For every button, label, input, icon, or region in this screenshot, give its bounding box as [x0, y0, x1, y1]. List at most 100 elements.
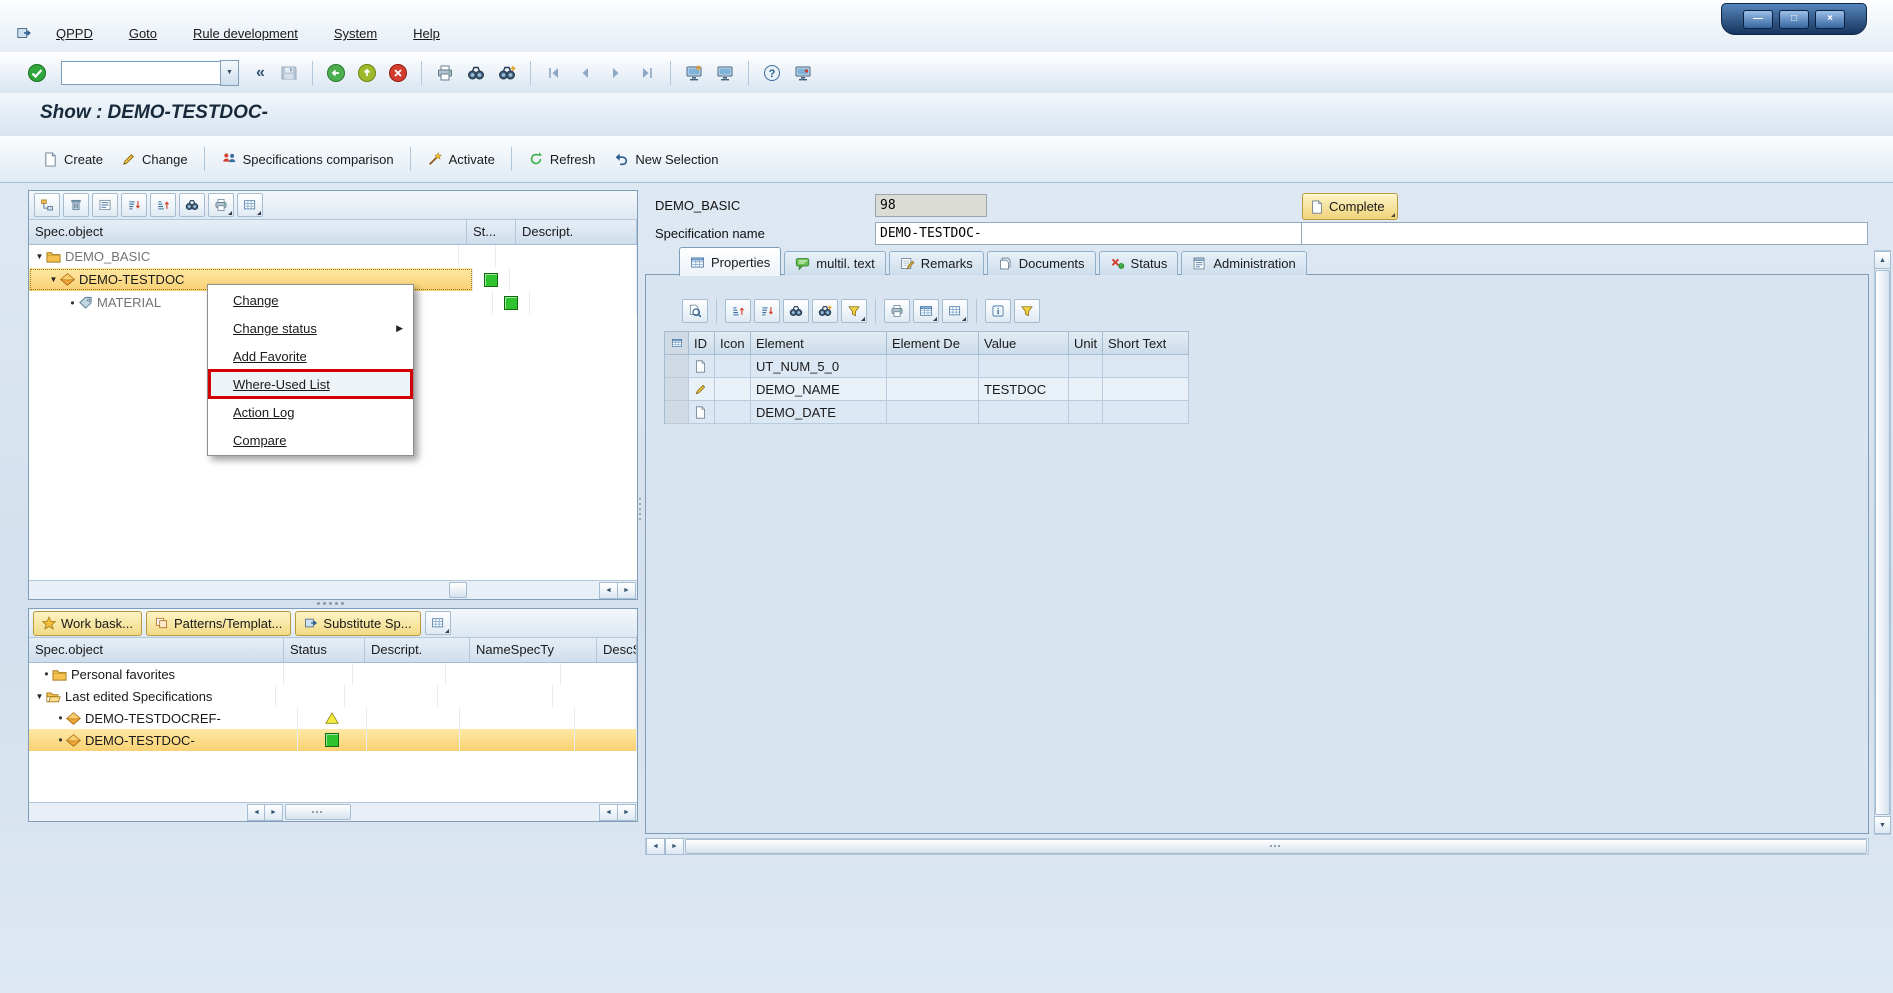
- value-cell[interactable]: TESTDOC: [979, 378, 1069, 401]
- expander-icon[interactable]: ▼: [47, 275, 60, 284]
- delete-button[interactable]: [63, 193, 89, 217]
- menu-rule-development[interactable]: Rule development: [193, 26, 298, 41]
- context-item-change-status[interactable]: Change status▶: [209, 314, 412, 342]
- next-page-button[interactable]: [603, 60, 629, 86]
- table-settings-button[interactable]: [237, 193, 263, 217]
- tab-properties[interactable]: Properties: [679, 247, 781, 276]
- column-header-value[interactable]: Value: [979, 332, 1069, 355]
- refresh-button[interactable]: Refresh: [519, 146, 605, 172]
- grid-row-demo-date[interactable]: DEMO_DATE: [665, 401, 1189, 424]
- last-page-button[interactable]: [634, 60, 660, 86]
- tab-status[interactable]: Status: [1099, 251, 1179, 275]
- find-button[interactable]: [783, 299, 809, 323]
- value-cell[interactable]: [979, 355, 1069, 378]
- sort-ascending-button[interactable]: [150, 193, 176, 217]
- views-button[interactable]: [913, 299, 939, 323]
- scroll-right-button[interactable]: ►: [665, 838, 684, 855]
- menu-qppd[interactable]: QPPD: [56, 26, 93, 41]
- sort-descending-button[interactable]: [121, 193, 147, 217]
- details-button[interactable]: [92, 193, 118, 217]
- tab-multilingual-text[interactable]: multil. text: [784, 251, 886, 275]
- scrollbar-thumb[interactable]: [449, 582, 467, 598]
- scroll-up-button[interactable]: ▲: [1874, 251, 1891, 269]
- scrollbar-thumb[interactable]: [685, 839, 1867, 854]
- column-header-id[interactable]: ID: [689, 332, 715, 355]
- find-button[interactable]: [463, 60, 489, 86]
- grid-corner-button[interactable]: [665, 332, 689, 355]
- menu-goto[interactable]: Goto: [129, 26, 157, 41]
- specifications-comparison-button[interactable]: Specifications comparison: [212, 146, 403, 172]
- context-item-compare[interactable]: Compare: [209, 426, 412, 454]
- table-settings-button[interactable]: [425, 611, 451, 635]
- workbasket-row-last-edited[interactable]: ▼ Last edited Specifications: [29, 685, 637, 707]
- spec-name-extension-field[interactable]: [1301, 222, 1868, 245]
- column-header-unit[interactable]: Unit: [1069, 332, 1103, 355]
- tab-administration[interactable]: Administration: [1181, 251, 1306, 275]
- filter-button[interactable]: [841, 299, 867, 323]
- column-header-status[interactable]: Status: [284, 638, 365, 662]
- workbasket-row-personal-favorites[interactable]: • Personal favorites: [29, 663, 637, 685]
- column-header-namespecty[interactable]: NameSpecTy: [470, 638, 597, 662]
- scroll-down-button[interactable]: ▼: [1874, 816, 1891, 834]
- tab-remarks[interactable]: Remarks: [889, 251, 984, 275]
- row-selector[interactable]: [665, 355, 689, 378]
- change-button[interactable]: Change: [112, 147, 197, 172]
- scroll-right-button[interactable]: ►: [617, 582, 636, 599]
- back-button[interactable]: [323, 60, 349, 86]
- row-selector[interactable]: [665, 378, 689, 401]
- print-button[interactable]: [884, 299, 910, 323]
- restore-button[interactable]: □: [1779, 10, 1809, 29]
- find-next-button[interactable]: [812, 299, 838, 323]
- complete-button[interactable]: Complete: [1302, 193, 1398, 220]
- column-header-description[interactable]: Descript.: [516, 220, 637, 244]
- customize-layout-button[interactable]: [790, 60, 816, 86]
- command-input[interactable]: [61, 61, 220, 85]
- collapse-toolbar-button[interactable]: «: [256, 64, 265, 82]
- context-item-action-log[interactable]: Action Log: [209, 398, 412, 426]
- column-header-icon[interactable]: Icon: [715, 332, 751, 355]
- new-selection-button[interactable]: New Selection: [604, 146, 727, 172]
- context-item-add-favorite[interactable]: Add Favorite: [209, 342, 412, 370]
- export-button[interactable]: [942, 299, 968, 323]
- sort-descending-button[interactable]: [754, 299, 780, 323]
- column-header-description[interactable]: Descript.: [365, 638, 470, 662]
- scrollbar-thumb[interactable]: [285, 804, 351, 820]
- context-item-change[interactable]: Change: [209, 286, 412, 314]
- expand-hierarchy-button[interactable]: [34, 193, 60, 217]
- previous-page-button[interactable]: [572, 60, 598, 86]
- scroll-left-button[interactable]: ◄: [646, 838, 665, 855]
- column-header-descsp[interactable]: DescSp...: [597, 638, 637, 662]
- exit-button[interactable]: [354, 60, 380, 86]
- help-button[interactable]: [759, 60, 785, 86]
- spec-name-field[interactable]: [875, 222, 1302, 245]
- expander-icon[interactable]: ▼: [33, 692, 46, 701]
- scroll-left-button[interactable]: ◄: [599, 804, 618, 821]
- expander-icon[interactable]: ▼: [33, 252, 46, 261]
- row-selector[interactable]: [665, 401, 689, 424]
- new-session-button[interactable]: [681, 60, 707, 86]
- tab-work-basket[interactable]: Work bask...: [33, 611, 142, 636]
- horizontal-splitter[interactable]: [28, 598, 636, 608]
- first-page-button[interactable]: [541, 60, 567, 86]
- tab-substitute-specs[interactable]: Substitute Sp...: [295, 611, 420, 636]
- column-header-short-text[interactable]: Short Text: [1103, 332, 1189, 355]
- column-header-element[interactable]: Element: [751, 332, 887, 355]
- details-button[interactable]: [682, 299, 708, 323]
- sort-ascending-button[interactable]: [725, 299, 751, 323]
- tab-documents[interactable]: Documents: [987, 251, 1096, 275]
- tab-patterns-templates[interactable]: Patterns/Templat...: [146, 611, 291, 636]
- column-header-status[interactable]: St...: [467, 220, 516, 244]
- scroll-right-button[interactable]: ►: [264, 804, 283, 821]
- grid-row-demo-name[interactable]: DEMO_NAME TESTDOC: [665, 378, 1189, 401]
- menu-system[interactable]: System: [334, 26, 377, 41]
- create-shortcut-button[interactable]: [712, 60, 738, 86]
- print-button[interactable]: [432, 60, 458, 86]
- print-button[interactable]: [208, 193, 234, 217]
- column-header-spec-object[interactable]: Spec.object: [29, 220, 467, 244]
- close-button[interactable]: ×: [1815, 10, 1845, 29]
- tree-row-demo-basic[interactable]: ▼ DEMO_BASIC: [29, 245, 637, 268]
- system-menu-icon[interactable]: [16, 25, 32, 41]
- create-button[interactable]: Create: [34, 147, 112, 172]
- scroll-right-button[interactable]: ►: [617, 804, 636, 821]
- spec-type-field[interactable]: [875, 194, 987, 217]
